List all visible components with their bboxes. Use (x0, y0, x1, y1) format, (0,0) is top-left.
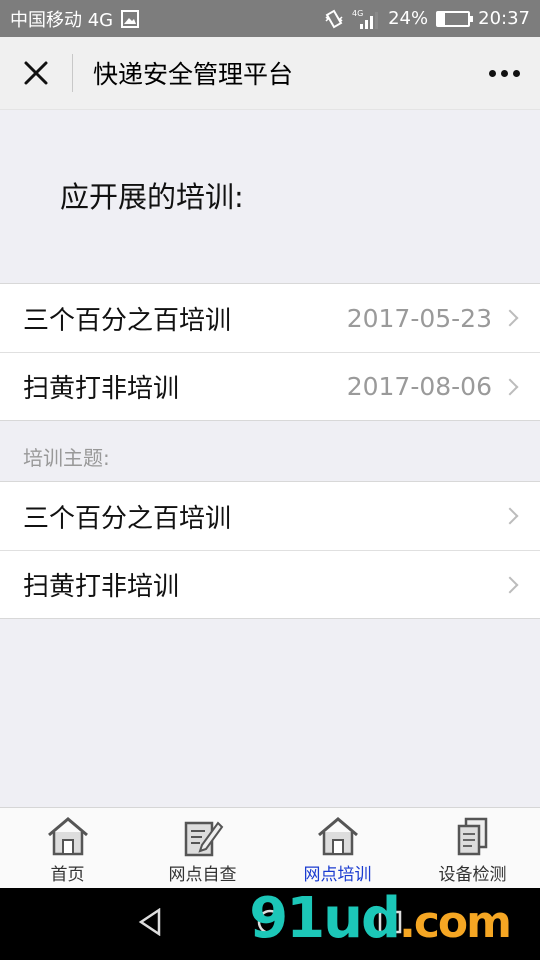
signal-icon: 4G (352, 8, 380, 30)
home-icon (315, 814, 361, 858)
tab-label: 首页 (50, 865, 85, 885)
topic-title: 三个百分之百培训 (23, 503, 232, 534)
training-item[interactable]: 三个百分之百培训 2017-05-23 (0, 284, 540, 352)
edit-icon (180, 814, 226, 858)
tab-self-check[interactable]: 网点自查 (135, 808, 270, 888)
battery-level (438, 12, 446, 25)
back-icon[interactable] (137, 907, 163, 940)
more-icon-dot (488, 69, 496, 77)
tab-label: 网点培训 (303, 865, 372, 885)
svg-text:4G: 4G (352, 9, 363, 18)
training-list: 三个百分之百培训 2017-05-23 扫黄打非培训 2017-08-06 (0, 283, 540, 421)
battery-percent: 24% (388, 8, 429, 29)
vibrate-icon (324, 9, 344, 29)
more-menu-button[interactable] (468, 37, 540, 110)
more-icon-dot (500, 69, 508, 77)
chevron-right-icon (501, 576, 519, 593)
nav-bar: 快递安全管理平台 (0, 37, 540, 110)
status-bar: 中国移动 4G 4G 24% 20:37 (0, 0, 540, 37)
chevron-right-icon (501, 507, 519, 525)
training-title: 三个百分之百培训 (23, 305, 232, 336)
watermark-main: 91ud (249, 886, 401, 951)
tab-device-check[interactable]: 设备检测 (405, 808, 540, 888)
topic-title: 扫黄打非培训 (23, 572, 180, 602)
topic-item[interactable]: 扫黄打非培训 (0, 550, 540, 618)
clock: 20:37 (478, 8, 530, 29)
copy-icon (450, 814, 496, 858)
carrier-label: 中国移动 4G (10, 9, 114, 31)
topic-list: 三个百分之百培训 扫黄打非培训 (0, 481, 540, 619)
close-icon (24, 61, 48, 85)
tab-label: 设备检测 (438, 865, 507, 885)
tab-training[interactable]: 网点培训 (270, 808, 405, 888)
image-icon (121, 9, 140, 28)
close-button[interactable] (0, 37, 72, 110)
chevron-right-icon (501, 309, 519, 327)
topics-label: 培训主题: (23, 446, 110, 470)
training-item[interactable]: 扫黄打非培训 2017-08-06 (0, 352, 540, 420)
tab-bar: 首页 网点自查 网点培训 设备检测 (0, 807, 540, 888)
home-icon (45, 814, 91, 858)
training-date: 2017-05-23 (346, 303, 492, 333)
nav-divider (72, 54, 73, 92)
training-title: 扫黄打非培训 (23, 374, 180, 404)
tab-home[interactable]: 首页 (0, 808, 135, 888)
tab-label: 网点自查 (168, 865, 237, 885)
chevron-right-icon (501, 378, 519, 395)
watermark-suffix: .com (399, 897, 512, 948)
battery-icon (436, 10, 474, 27)
more-icon-dot (512, 69, 520, 77)
topic-item[interactable]: 三个百分之百培训 (0, 482, 540, 550)
training-date: 2017-08-06 (346, 372, 492, 401)
page-title: 快递安全管理平台 (93, 60, 294, 89)
watermark-logo: 91ud.com (249, 886, 512, 951)
section-heading: 应开展的培训: (60, 180, 244, 214)
